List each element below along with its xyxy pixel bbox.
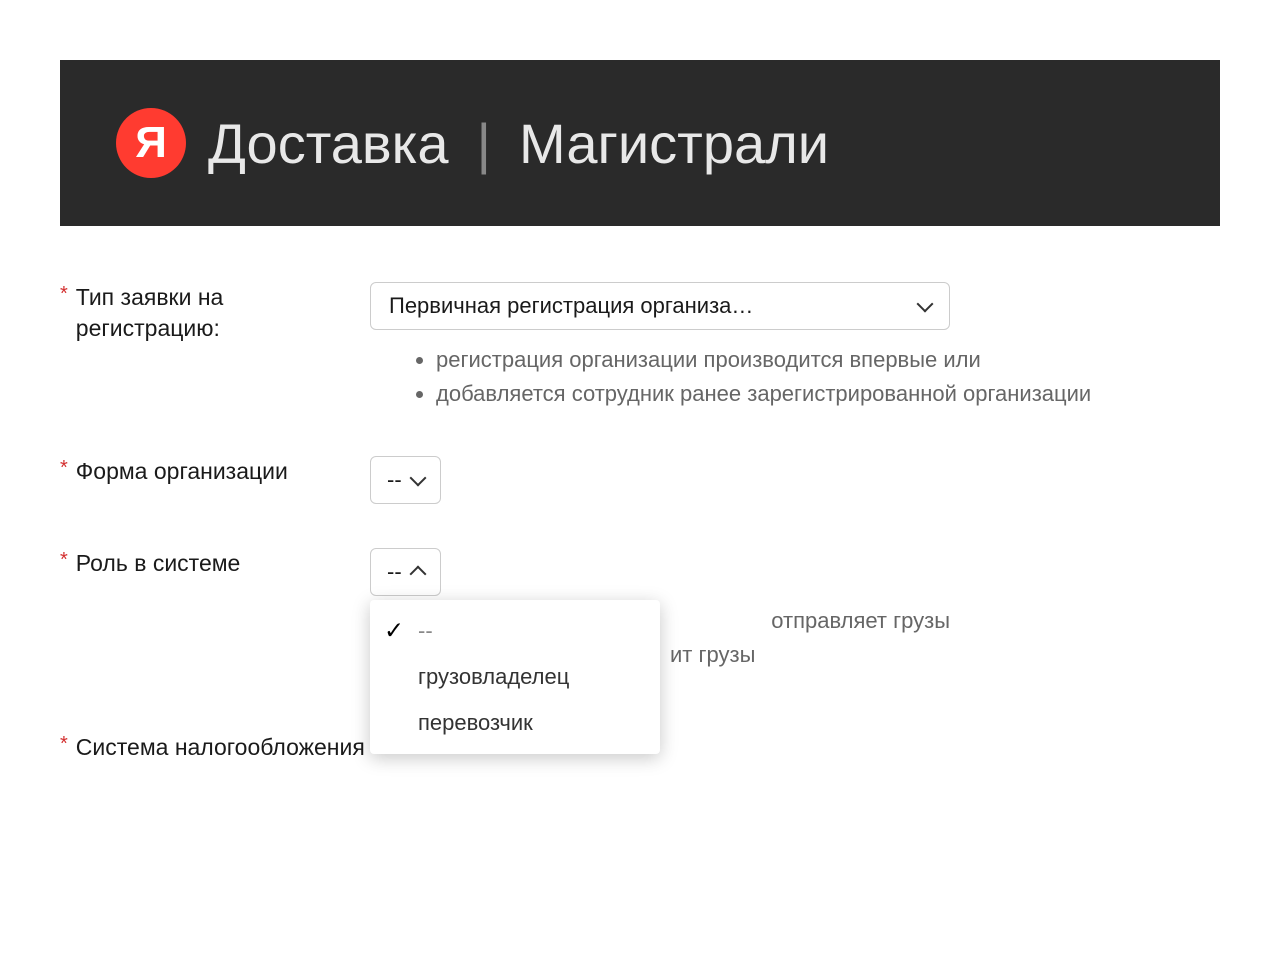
header-banner: Я Доставка | Магистрали <box>60 60 1220 226</box>
request-type-help: регистрация организации производится впе… <box>370 344 1220 410</box>
role-dropdown-menu: ✓ -- грузовладелец перевозчик <box>370 600 660 754</box>
role-row: * Роль в системе -- отправляет грузы ит … <box>60 548 1220 672</box>
brand-name: Доставка <box>208 111 449 176</box>
org-form-row: * Форма организации -- <box>60 456 1220 504</box>
role-option-owner[interactable]: грузовладелец <box>370 654 660 700</box>
required-marker: * <box>60 282 68 306</box>
org-form-value: -- <box>387 467 402 493</box>
role-select[interactable]: -- <box>370 548 441 596</box>
role-option-carrier[interactable]: перевозчик <box>370 700 660 746</box>
org-form-label: Форма организации <box>76 456 288 487</box>
role-label: Роль в системе <box>76 548 241 579</box>
divider-icon: | <box>477 111 492 176</box>
yandex-logo-icon: Я <box>116 108 186 178</box>
chevron-up-icon <box>409 565 426 582</box>
product-name: Магистрали <box>519 111 829 176</box>
check-icon: ✓ <box>384 616 404 645</box>
required-marker: * <box>60 456 68 480</box>
required-marker: * <box>60 548 68 572</box>
help-item: добавляется сотрудник ранее зарегистриро… <box>436 378 1220 410</box>
request-type-value: Первичная регистрация организа… <box>389 293 899 319</box>
help-item: регистрация организации производится впе… <box>436 344 1220 376</box>
chevron-down-icon <box>409 469 426 486</box>
request-type-select[interactable]: Первичная регистрация организа… <box>370 282 950 330</box>
org-form-select[interactable]: -- <box>370 456 441 504</box>
request-type-row: * Тип заявки на регистрацию: Первичная р… <box>60 282 1220 412</box>
request-type-label: Тип заявки на регистрацию: <box>76 282 370 344</box>
role-value: -- <box>387 559 402 585</box>
role-option-empty[interactable]: ✓ -- <box>370 608 660 654</box>
chevron-down-icon <box>917 296 934 313</box>
required-marker: * <box>60 732 68 756</box>
tax-system-label: Система налогообложения <box>76 732 365 763</box>
